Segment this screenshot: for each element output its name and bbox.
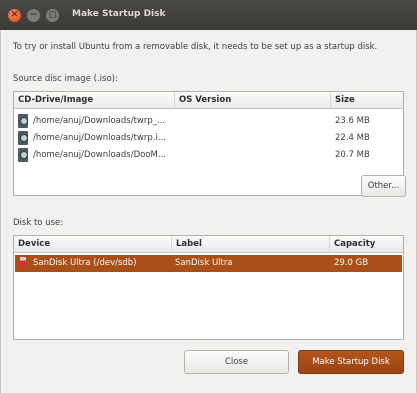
dialog-content: To try or install Ubuntu from a removabl… — [0, 30, 417, 393]
source-row[interactable]: /home/anuj/Downloads/twrp.i... 22.4 MB — [15, 130, 402, 147]
os-version — [179, 113, 329, 130]
disc-image-icon — [18, 148, 28, 162]
intro-text: To try or install Ubuntu from a removabl… — [13, 42, 378, 52]
image-path: /home/anuj/Downloads/DooM... — [33, 150, 166, 160]
column-header-os-version[interactable]: OS Version — [175, 92, 331, 109]
disc-image-icon — [18, 131, 28, 145]
image-path: /home/anuj/Downloads/twrp_... — [33, 116, 166, 126]
column-header-size[interactable]: Size — [331, 92, 403, 109]
disc-image-icon — [18, 114, 28, 128]
window-title: Make Startup Disk — [72, 9, 166, 19]
image-path: /home/anuj/Downloads/twrp.i... — [33, 133, 166, 143]
column-header-device[interactable]: Device — [14, 236, 172, 253]
usb-drive-icon — [20, 257, 26, 269]
device-label: SanDisk Ultra — [175, 258, 233, 268]
device-capacity: 29.0 GB — [334, 258, 369, 268]
column-header-label[interactable]: Label — [172, 236, 330, 253]
image-size: 22.4 MB — [335, 133, 370, 143]
maximize-window-button[interactable]: ◻ — [46, 9, 59, 22]
disk-row-selected[interactable]: SanDisk Ultra (/dev/sdb) SanDisk Ultra 2… — [15, 255, 402, 272]
title-bar[interactable]: ✕ − ◻ Make Startup Disk — [0, 0, 417, 30]
minimize-window-button[interactable]: − — [27, 9, 40, 22]
source-label: Source disc image (.iso): — [13, 74, 118, 84]
source-image-list[interactable]: CD-Drive/Image OS Version Size /home/anu… — [13, 91, 404, 196]
source-row[interactable]: /home/anuj/Downloads/DooM... 20.7 MB — [15, 147, 402, 164]
disk-label: Disk to use: — [13, 218, 64, 228]
column-header-capacity[interactable]: Capacity — [330, 236, 403, 253]
close-button[interactable]: Close — [184, 350, 289, 374]
column-header-image[interactable]: CD-Drive/Image — [14, 92, 175, 109]
os-version — [179, 147, 329, 164]
device-name: SanDisk Ultra (/dev/sdb) — [33, 258, 137, 268]
image-size: 20.7 MB — [335, 150, 370, 160]
other-button[interactable]: Other... — [361, 175, 406, 197]
image-size: 23.6 MB — [335, 116, 370, 126]
make-startup-disk-button[interactable]: Make Startup Disk — [298, 350, 404, 374]
source-row[interactable]: /home/anuj/Downloads/twrp_... 23.6 MB — [15, 113, 402, 130]
os-version — [179, 130, 329, 147]
disk-list[interactable]: Device Label Capacity SanDisk Ultra (/de… — [13, 235, 404, 340]
close-window-button[interactable]: ✕ — [8, 9, 21, 22]
